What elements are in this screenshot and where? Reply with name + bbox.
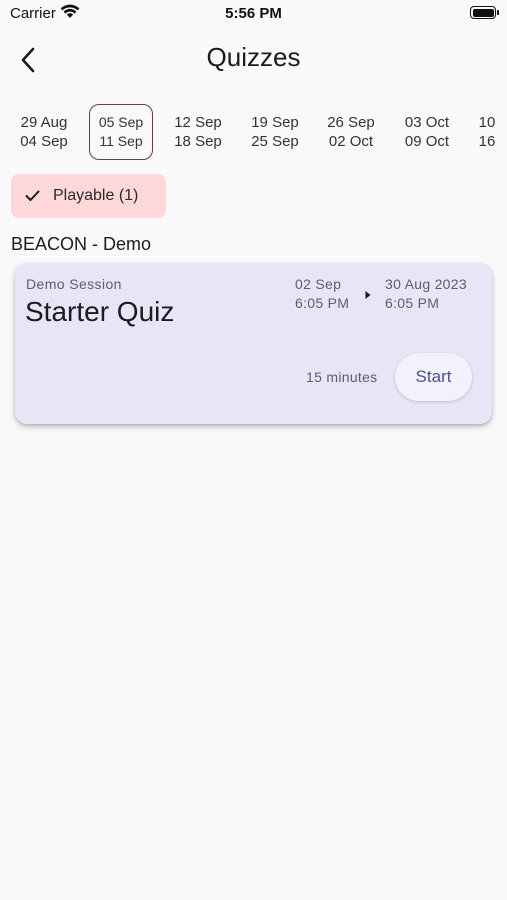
week-end: 09 Oct xyxy=(404,133,450,150)
chip-label: Playable (1) xyxy=(53,187,139,204)
week-start: 12 Sep xyxy=(174,114,222,131)
week-option[interactable]: 03 Oct 09 Oct xyxy=(395,104,459,160)
start-datetime: 02 Sep 6:05 PM xyxy=(295,275,349,313)
status-time: 5:56 PM xyxy=(225,5,282,22)
week-end: 25 Sep xyxy=(251,133,299,150)
end-time: 6:05 PM xyxy=(385,295,440,311)
arrow-right-icon xyxy=(365,291,371,299)
week-option[interactable]: 19 Sep 25 Sep xyxy=(243,104,307,160)
week-start: 05 Sep xyxy=(98,114,144,130)
session-name: Demo Session xyxy=(26,276,122,292)
week-option[interactable]: 26 Sep 02 Oct xyxy=(319,104,383,160)
start-time: 6:05 PM xyxy=(295,295,350,311)
week-start: 29 Aug xyxy=(20,114,68,131)
week-start: 10 xyxy=(478,114,496,131)
week-start: 26 Sep xyxy=(327,114,375,131)
playable-filter-chip[interactable]: Playable (1) xyxy=(11,174,166,218)
check-icon xyxy=(25,190,40,201)
app-bar: Quizzes xyxy=(0,28,507,92)
end-date: 30 Aug 2023 xyxy=(385,276,467,292)
quiz-title: Starter Quiz xyxy=(25,296,175,327)
quiz-card[interactable]: Demo Session Starter Quiz 02 Sep 6:05 PM… xyxy=(15,263,492,424)
week-option[interactable]: 10 16 xyxy=(471,104,503,160)
page-title: Quizzes xyxy=(206,42,301,72)
group-title: BEACON - Demo xyxy=(11,234,152,254)
week-end: 11 Sep xyxy=(99,133,143,149)
end-datetime: 30 Aug 2023 6:05 PM xyxy=(385,275,467,313)
week-option[interactable]: 29 Aug 04 Sep xyxy=(12,104,76,160)
week-end: 04 Sep xyxy=(20,133,68,150)
start-date: 02 Sep xyxy=(295,276,342,292)
week-option-selected[interactable]: 05 Sep 11 Sep xyxy=(89,104,153,160)
week-start: 19 Sep xyxy=(251,114,299,131)
week-start: 03 Oct xyxy=(404,114,450,131)
week-option[interactable]: 12 Sep 18 Sep xyxy=(166,104,230,160)
week-selector: 29 Aug 04 Sep 05 Sep 11 Sep 12 Sep 18 Se… xyxy=(0,102,507,164)
quiz-duration: 15 minutes xyxy=(306,369,378,385)
battery-icon xyxy=(470,6,499,19)
week-end: 18 Sep xyxy=(174,133,222,150)
status-bar: Carrier 5:56 PM xyxy=(0,0,507,28)
week-end: 16 xyxy=(478,133,496,150)
start-button[interactable]: Start xyxy=(395,353,472,401)
week-end: 02 Oct xyxy=(328,133,374,150)
